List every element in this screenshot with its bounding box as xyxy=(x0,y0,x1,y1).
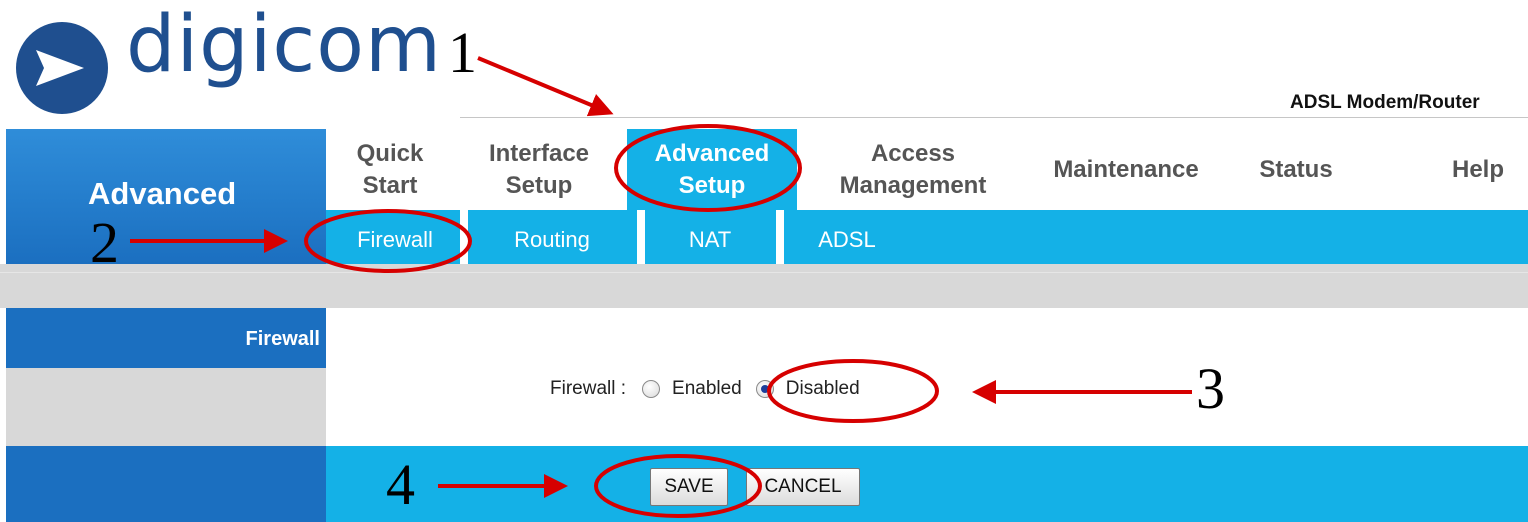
left-section-label: Firewall xyxy=(245,328,320,350)
firewall-field-label: Firewall : xyxy=(550,378,627,399)
nav-status[interactable]: Status xyxy=(1244,129,1348,210)
annotation-number-1: 1 xyxy=(448,20,477,85)
nav-access-management[interactable]: Access Management xyxy=(818,129,1008,210)
nav-advanced-setup[interactable]: Advanced Setup xyxy=(627,129,797,210)
subnav-separator xyxy=(460,210,468,264)
subnav-separator xyxy=(637,210,645,264)
section-title: Advanced xyxy=(88,176,237,211)
annotation-number-3: 3 xyxy=(1196,356,1225,421)
nav-help[interactable]: Help xyxy=(1430,129,1526,210)
nav-interface-setup[interactable]: Interface Setup xyxy=(472,129,606,210)
firewall-disabled-radio[interactable] xyxy=(755,380,774,398)
footer-left xyxy=(6,446,326,522)
firewall-enabled-radio[interactable] xyxy=(642,380,661,398)
nav-maintenance[interactable]: Maintenance xyxy=(1036,129,1216,210)
save-button[interactable]: SAVE xyxy=(650,468,728,506)
spacer-band xyxy=(0,264,1528,308)
subnav-separator xyxy=(776,210,784,264)
product-name: ADSL Modem/Router xyxy=(1290,92,1480,113)
subnav-routing[interactable]: Routing xyxy=(480,216,624,264)
logo-text: digicom xyxy=(126,0,442,90)
footer-bar xyxy=(326,446,1528,522)
left-grey-panel xyxy=(6,368,326,446)
firewall-disabled-label[interactable]: Disabled xyxy=(786,378,860,400)
cancel-button[interactable]: CANCEL xyxy=(746,468,860,506)
firewall-enabled-label[interactable]: Enabled xyxy=(672,378,742,400)
subnav-firewall[interactable]: Firewall xyxy=(336,216,454,264)
nav-quick-start[interactable]: Quick Start xyxy=(330,129,450,210)
subnav-nat[interactable]: NAT xyxy=(654,216,766,264)
header-divider xyxy=(460,117,1528,118)
annotation-arrow-1 xyxy=(477,56,614,117)
firewall-setting-row: Firewall : Enabled Disabled xyxy=(550,378,860,400)
subnav-adsl[interactable]: ADSL xyxy=(800,216,894,264)
digicom-logo-icon xyxy=(16,22,108,114)
